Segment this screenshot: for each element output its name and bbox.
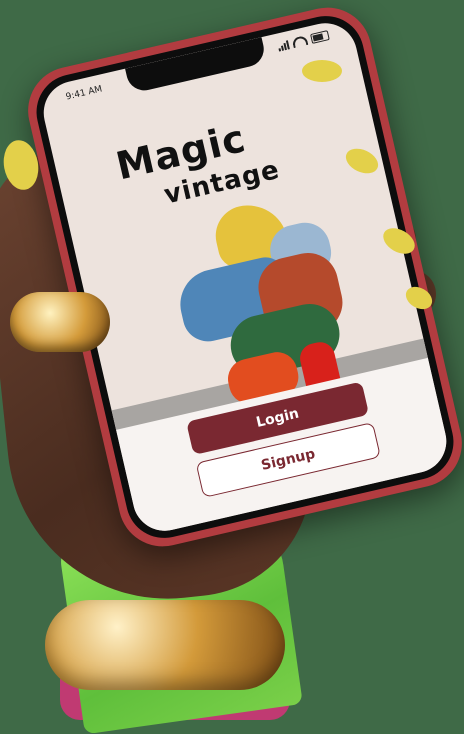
scene: 9:41 AM Magic vintage Login Signup [0,0,464,734]
status-icons [277,30,330,52]
signal-icon [277,39,290,52]
battery-icon [310,30,330,44]
fingernail [302,60,342,82]
status-time: 9:41 AM [64,84,104,103]
gold-bracelet [45,600,285,690]
wifi-icon [291,35,309,49]
gold-ring [10,292,110,352]
